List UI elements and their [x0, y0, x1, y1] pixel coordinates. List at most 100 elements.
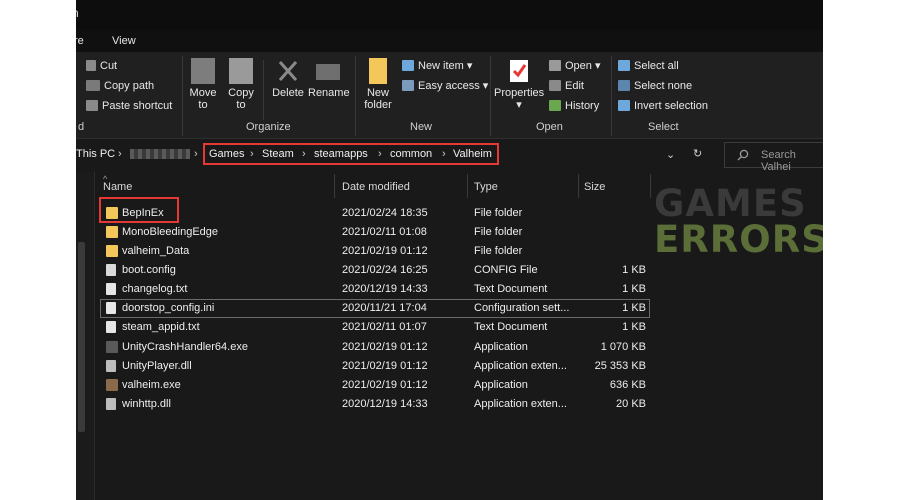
ribbon-divider — [490, 56, 491, 136]
file-row-bepinex[interactable]: BepInEx 2021/02/24 18:35 File folder — [100, 204, 650, 223]
dll-icon — [106, 360, 116, 372]
history-button[interactable]: History — [549, 100, 599, 112]
file-row-valheim-data[interactable]: valheim_Data 2021/02/19 01:12 File folde… — [100, 242, 650, 261]
column-divider[interactable] — [650, 174, 651, 198]
invert-selection-button[interactable]: Invert selection — [618, 100, 708, 112]
window-title: n — [76, 6, 79, 20]
paste-shortcut-icon — [86, 100, 98, 111]
open-icon — [549, 60, 561, 71]
new-item-icon — [402, 60, 414, 71]
new-item-button[interactable]: New item ▾ — [402, 60, 472, 72]
valheim-app-icon — [106, 379, 118, 391]
file-row-winhttp[interactable]: winhttp.dll 2020/12/19 14:33 Application… — [100, 395, 650, 414]
new-folder-button[interactable]: New folder — [360, 58, 396, 111]
column-header-size[interactable]: Size — [584, 181, 605, 193]
tab-view[interactable]: View — [112, 35, 136, 47]
file-row-steam-appid[interactable]: steam_appid.txt 2021/02/11 01:07 Text Do… — [100, 318, 650, 337]
folder-icon — [106, 226, 118, 238]
file-row-unityplayer[interactable]: UnityPlayer.dll 2021/02/19 01:12 Applica… — [100, 357, 650, 376]
edit-button[interactable]: Edit — [549, 80, 584, 92]
move-to-button[interactable]: Move to — [188, 58, 218, 111]
breadcrumb-steamapps[interactable]: steamapps — [314, 148, 368, 160]
breadcrumb-chevron-icon: › — [118, 148, 122, 160]
folder-icon — [369, 58, 387, 84]
copy-to-button[interactable]: Copy to — [226, 58, 256, 111]
text-file-icon — [106, 321, 116, 333]
copy-path-icon — [86, 80, 100, 91]
column-header-type[interactable]: Type — [474, 181, 498, 193]
group-label-organize: Organize — [246, 121, 291, 133]
file-row-changelog[interactable]: changelog.txt 2020/12/19 14:33 Text Docu… — [100, 280, 650, 299]
breadcrumb-chevron-icon: › — [194, 148, 198, 160]
delete-button[interactable]: Delete — [270, 58, 306, 99]
app-icon — [106, 341, 118, 353]
column-divider[interactable] — [467, 174, 468, 198]
rename-icon — [316, 64, 340, 80]
ribbon-divider — [355, 56, 356, 136]
breadcrumb-games[interactable]: Games — [209, 148, 244, 160]
column-header-name[interactable]: Name — [103, 181, 132, 193]
breadcrumb-common[interactable]: common — [390, 148, 432, 160]
select-all-button[interactable]: Select all — [618, 60, 679, 72]
file-row-doorstop-config[interactable]: doorstop_config.ini 2020/11/21 17:04 Con… — [100, 299, 650, 318]
easy-access-icon — [402, 80, 414, 91]
properties-icon — [507, 58, 531, 84]
navigation-pane[interactable] — [76, 172, 95, 500]
dll-icon — [106, 398, 116, 410]
search-icon — [737, 149, 749, 161]
breadcrumb-chevron-icon: › — [378, 148, 382, 160]
group-label-new: New — [410, 121, 433, 133]
copy-to-icon — [229, 58, 253, 84]
open-button[interactable]: Open ▾ — [549, 60, 601, 72]
ribbon-divider — [611, 56, 612, 136]
select-all-icon — [618, 60, 630, 71]
chevron-down-icon[interactable]: ⌄ — [666, 148, 675, 161]
scissors-icon — [86, 60, 96, 71]
ribbon-divider — [263, 60, 264, 120]
title-bar: n — [76, 0, 823, 30]
breadcrumb-this-pc[interactable]: This PC — [76, 148, 115, 160]
easy-access-button[interactable]: Easy access ▾ — [402, 80, 488, 92]
folder-icon — [106, 245, 118, 257]
file-row-unitycrashhandler[interactable]: UnityCrashHandler64.exe 2021/02/19 01:12… — [100, 338, 650, 357]
column-divider[interactable] — [334, 174, 335, 198]
text-file-icon — [106, 283, 116, 295]
scrollbar-thumb[interactable] — [78, 242, 85, 432]
select-none-button[interactable]: Select none — [618, 80, 692, 92]
paste-shortcut-button[interactable]: Paste shortcut — [86, 100, 172, 112]
breadcrumb-chevron-icon: › — [250, 148, 254, 160]
group-label-select: Select — [648, 121, 679, 133]
copy-path-button[interactable]: Copy path — [86, 80, 154, 92]
file-row-valheim-exe[interactable]: valheim.exe 2021/02/19 01:12 Application… — [100, 376, 650, 395]
column-header-date-modified[interactable]: Date modified — [342, 181, 410, 193]
breadcrumb-chevron-icon: › — [302, 148, 306, 160]
file-row-boot-config[interactable]: boot.config 2021/02/24 16:25 CONFIG File… — [100, 261, 650, 280]
bepinex-highlight-box — [99, 197, 179, 223]
watermark-line-1: GAMES — [654, 182, 807, 225]
ribbon-divider — [182, 56, 183, 136]
file-row-monobleedingedge[interactable]: MonoBleedingEdge 2021/02/11 01:08 File f… — [100, 223, 650, 242]
breadcrumb-steam[interactable]: Steam — [262, 148, 294, 160]
file-icon — [106, 264, 116, 276]
rename-button[interactable]: Rename — [308, 58, 350, 99]
breadcrumb-chevron-icon: › — [442, 148, 446, 160]
properties-button[interactable]: Properties ▾ — [494, 58, 544, 111]
watermark-logo: GAMES ERRORS — [654, 182, 823, 258]
edit-icon — [549, 80, 561, 91]
breadcrumb-valheim[interactable]: Valheim — [453, 148, 492, 160]
address-bar[interactable]: This PC › › Games › Steam › steamapps › … — [76, 140, 823, 173]
group-label-clipboard: d — [78, 121, 85, 133]
search-placeholder: Search Valhei — [761, 149, 796, 173]
file-explorer-window: n re View Cut Copy path Paste shortcut d… — [76, 0, 823, 500]
cut-button[interactable]: Cut — [86, 60, 117, 72]
tab-share[interactable]: re — [76, 35, 84, 47]
column-divider[interactable] — [578, 174, 579, 198]
ribbon: Cut Copy path Paste shortcut d Move to C… — [76, 52, 823, 139]
ribbon-tabs: re View — [76, 30, 823, 52]
search-input[interactable]: Search Valhei — [724, 142, 823, 173]
invert-selection-icon — [618, 100, 630, 111]
refresh-icon[interactable]: ↻ — [693, 147, 702, 160]
delete-x-icon — [276, 58, 300, 84]
move-to-icon — [191, 58, 215, 84]
select-none-icon — [618, 80, 630, 91]
